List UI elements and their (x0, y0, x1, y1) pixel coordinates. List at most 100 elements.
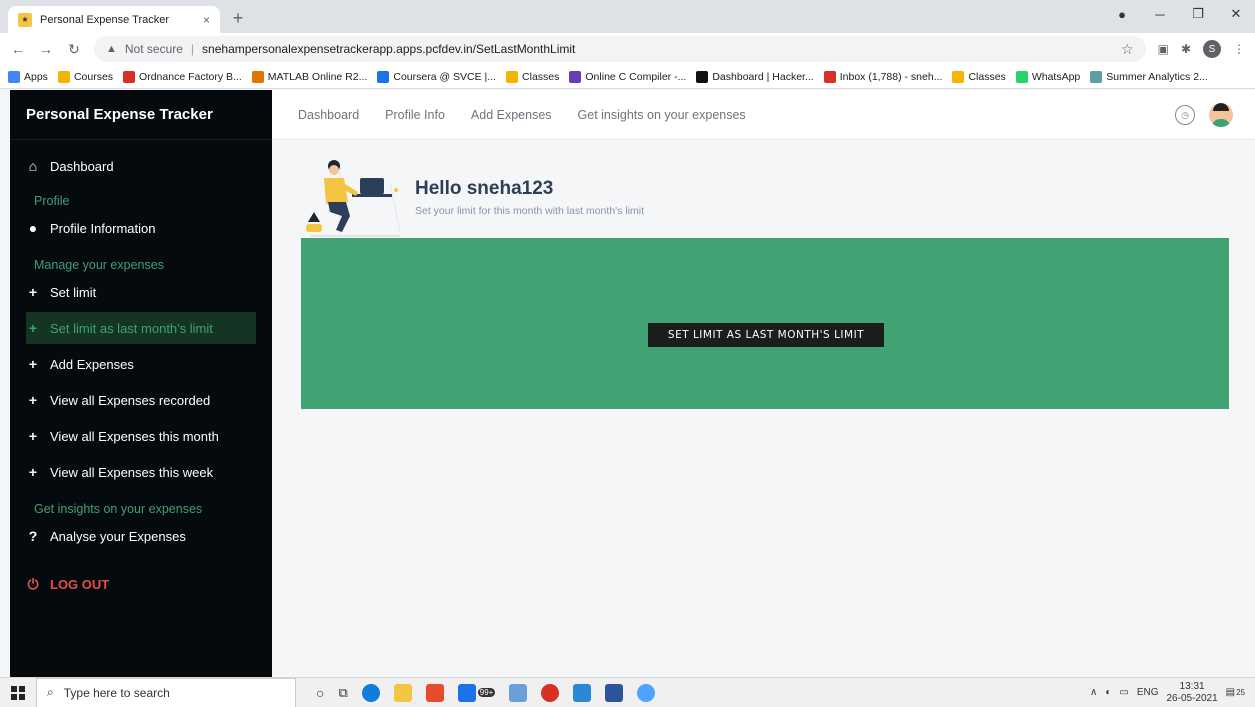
bookmark-label: WhatsApp (1031, 70, 1081, 83)
maximize-icon[interactable]: ❐ (1179, 6, 1217, 22)
minimize-icon[interactable]: ─ (1141, 7, 1179, 22)
sidebar-item-dashboard[interactable]: ⌂ Dashboard (26, 156, 114, 176)
window-controls: ● ─ ❐ ✕ (1103, 0, 1255, 28)
mail-icon[interactable]: 99+ (457, 683, 496, 702)
bookmark-icon (696, 70, 709, 83)
tab-close-icon[interactable]: × (203, 13, 210, 27)
task-view-icon[interactable]: ⧉ (338, 685, 347, 701)
browser-tab[interactable]: ★ Personal Expense Tracker × (8, 6, 220, 33)
bookmark-item[interactable]: MATLAB Online R2... (251, 70, 367, 83)
warning-icon: ▲ (106, 43, 117, 55)
network-icon[interactable]: ◐ (1105, 687, 1111, 698)
sidebar-item-analyse[interactable]: ? Analyse your Expenses (26, 526, 186, 546)
close-window-icon[interactable]: ✕ (1217, 6, 1255, 22)
bookmark-item[interactable]: Classes (952, 70, 1006, 83)
sidebar-item-set-limit[interactable]: + Set limit (26, 282, 96, 302)
sidebar-item-view-week[interactable]: + View all Expenses this week (26, 462, 213, 482)
taskbar-search-input[interactable]: ⌕ Type here to search (36, 677, 296, 707)
power-icon: ⏻ (27, 575, 39, 592)
bookmark-item[interactable]: Apps (8, 70, 48, 83)
bookmark-icon (251, 70, 264, 83)
sidebar-item-label: Set limit as last month's limit (50, 320, 213, 336)
plus-icon: + (28, 428, 38, 444)
url-separator: | (190, 42, 195, 56)
back-icon[interactable]: ← (10, 41, 26, 57)
topnav-profile-info[interactable]: Profile Info (385, 108, 445, 122)
sidebar-item-label: Profile Information (50, 220, 156, 236)
search-placeholder: Type here to search (63, 685, 170, 700)
plus-icon: + (28, 284, 38, 300)
reload-icon[interactable]: ↻ (66, 41, 82, 58)
photos-icon[interactable] (573, 683, 592, 702)
bookmark-icon (1015, 70, 1028, 83)
menu-kebab-icon[interactable]: ⋮ (1233, 42, 1245, 56)
battery-icon[interactable]: ▭ (1119, 687, 1128, 698)
topnav-add-expenses[interactable]: Add Expenses (471, 108, 552, 122)
bookmark-star-icon[interactable]: ☆ (1121, 41, 1134, 58)
chrome-icon[interactable] (541, 683, 560, 702)
bookmark-icon (57, 70, 70, 83)
sidebar-item-label: View all Expenses this month (50, 428, 219, 444)
office-icon[interactable] (425, 683, 444, 702)
windows-start-icon[interactable] (0, 678, 36, 707)
bookmark-label: Classes (522, 70, 560, 83)
topnav-dashboard[interactable]: Dashboard (298, 108, 359, 122)
sidebar-item-label: LOG OUT (50, 576, 110, 592)
profile-avatar[interactable]: S (1203, 40, 1221, 58)
bookmark-icon (123, 70, 136, 83)
edge-icon[interactable] (361, 683, 380, 702)
clock-icon[interactable]: ◷ (1175, 105, 1195, 125)
sidebar-item-label: View all Expenses recorded (50, 392, 211, 408)
app-brand[interactable]: Personal Expense Tracker (10, 90, 272, 140)
chevron-up-icon[interactable]: ∧ (1090, 687, 1097, 698)
bookmark-label: Dashboard | Hacker... (712, 70, 814, 83)
bookmark-icon (1090, 70, 1103, 83)
sidebar-item-profile-info[interactable]: ● Profile Information (26, 218, 156, 238)
bookmarks-bar: Apps Courses Ordnance Factory B... MATLAB O… (0, 65, 1255, 89)
cortana-icon[interactable]: ○ (316, 685, 324, 701)
bookmark-icon (952, 70, 965, 83)
bookmark-item[interactable]: Ordnance Factory B... (123, 70, 242, 83)
bookmark-item[interactable]: Dashboard | Hacker... (696, 70, 814, 83)
url-text: snehampersonalexpensetrackerapp.apps.pcf… (202, 42, 576, 56)
datetime[interactable]: 13:31 26-05-2021 (1166, 681, 1217, 705)
forward-icon[interactable]: → (38, 41, 54, 57)
sidebar-item-label: Set limit (50, 284, 97, 300)
bookmark-item[interactable]: Courses (57, 70, 113, 83)
notifications-icon[interactable]: ▤ 25 (1226, 687, 1245, 698)
pocket-icon[interactable]: ▣ (1158, 42, 1169, 56)
sidebar-item-view-month[interactable]: + View all Expenses this month (26, 426, 219, 446)
extensions-puzzle-icon[interactable]: ✱ (1181, 42, 1191, 56)
language-label[interactable]: ENG (1137, 687, 1159, 698)
sidebar-item-logout[interactable]: ⏻ LOG OUT (26, 574, 109, 594)
notification-count: 25 (1236, 688, 1245, 697)
weather-icon[interactable] (509, 683, 528, 702)
sidebar-item-label: Dashboard (50, 158, 114, 174)
greeting-subtitle: Set your limit for this month with last … (415, 205, 644, 217)
url-input[interactable]: ▲ Not secure | snehampersonalexpensetrac… (94, 36, 1146, 62)
app-icon[interactable] (637, 683, 656, 702)
file-explorer-icon[interactable] (393, 683, 412, 702)
bookmark-icon (823, 70, 836, 83)
record-icon[interactable]: ● (1103, 7, 1141, 22)
greeting-title: Hello sneha123 (415, 178, 554, 199)
sidebar-item-set-limit-last[interactable]: + Set limit as last month's limit (26, 318, 213, 338)
section-heading-insights: Get insights on your expenses (34, 502, 203, 516)
section-heading-manage: Manage your expenses (34, 258, 164, 272)
illustration-person-laptop-icon (306, 160, 401, 237)
bookmark-item[interactable]: WhatsApp (1015, 70, 1081, 83)
topnav-insights[interactable]: Get insights on your expenses (578, 108, 746, 122)
bookmark-item[interactable]: Summer Analytics 2... (1090, 70, 1208, 83)
bookmark-item[interactable]: Coursera @ SVCE |... (377, 70, 496, 83)
bookmark-item[interactable]: Inbox (1,788) - sneh... (823, 70, 942, 83)
bookmark-item[interactable]: Classes (506, 70, 560, 83)
sidebar-item-view-all[interactable]: + View all Expenses recorded (26, 390, 210, 410)
sidebar-item-label: Analyse your Expenses (50, 528, 186, 544)
avatar[interactable] (1209, 103, 1233, 127)
word-icon[interactable] (605, 683, 624, 702)
new-tab-button[interactable]: + (228, 8, 248, 29)
set-limit-last-month-button[interactable]: SET LIMIT AS LAST MONTH'S LIMIT (648, 323, 884, 347)
bookmark-label: Online C Compiler -... (585, 70, 687, 83)
sidebar-item-add-expenses[interactable]: + Add Expenses (26, 354, 134, 374)
bookmark-item[interactable]: Online C Compiler -... (569, 70, 687, 83)
